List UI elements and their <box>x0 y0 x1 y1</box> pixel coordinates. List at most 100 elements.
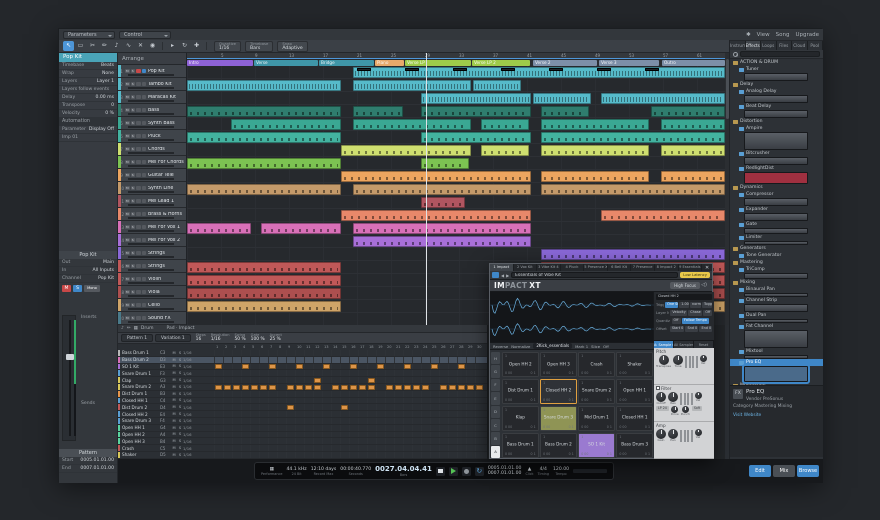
tempo-display[interactable]: 120.00Tempo <box>553 467 569 476</box>
track-mute-button[interactable]: M <box>125 277 130 282</box>
env-slider-2[interactable] <box>687 393 689 405</box>
track-monitor-button[interactable] <box>142 238 147 243</box>
lane-resolution[interactable]: 1/16 <box>183 425 197 430</box>
event-fx-tag[interactable] <box>357 68 371 72</box>
field-value[interactable]: 0 % <box>105 110 114 117</box>
track-record-arm-button[interactable] <box>136 121 141 126</box>
step-on[interactable] <box>386 385 393 390</box>
tree-item-tricomp[interactable]: TriComp <box>730 266 823 273</box>
pad-bass-drum-2[interactable]: Bass Drum 210 000 1 <box>540 433 577 458</box>
toolbar-dropdown-snap[interactable]: SnapAdaptive <box>277 41 307 52</box>
step-on[interactable] <box>287 405 294 410</box>
clip[interactable] <box>541 145 649 156</box>
track-solo-button[interactable]: S <box>131 186 136 191</box>
tree-item-tuner[interactable]: Tuner <box>730 66 823 73</box>
tree-item-mastering[interactable]: Mastering <box>730 259 823 266</box>
step-on[interactable] <box>269 364 276 369</box>
metronome-toggle[interactable]: ▲Click <box>525 467 533 476</box>
tree-item-mixtool[interactable]: Mixtool <box>730 348 823 355</box>
clip[interactable] <box>353 236 531 247</box>
lane-resolution[interactable]: 1/16 <box>183 391 197 396</box>
sample-tab-reset[interactable]: Reset <box>694 341 714 348</box>
field-value[interactable]: None <box>102 70 114 77</box>
lane-resolution[interactable]: 1/16 <box>183 350 197 355</box>
bank-button-e[interactable]: E <box>491 392 500 404</box>
preset-name-field[interactable]: Essentials of Vibe Kit <box>511 272 678 279</box>
pad-shaker[interactable]: Shaker10 000 1 <box>616 352 653 377</box>
channel-fader[interactable] <box>62 315 76 441</box>
plugin-tab-8[interactable]: 9 Essentials <box>679 264 703 271</box>
event-fx-tag[interactable] <box>597 68 611 72</box>
step-on[interactable] <box>377 364 384 369</box>
tree-item-redlightdist[interactable]: RedlightDist <box>730 165 823 172</box>
clip[interactable] <box>187 80 341 91</box>
tree-item-expander[interactable]: Expander <box>730 206 823 213</box>
envelope-sliders[interactable] <box>680 430 693 442</box>
env-slider-1[interactable] <box>684 393 686 405</box>
step-on[interactable] <box>476 385 483 390</box>
step-grid[interactable] <box>214 452 484 458</box>
step-grid[interactable] <box>214 384 484 390</box>
track-solo-button[interactable]: S <box>131 251 136 256</box>
clip[interactable] <box>341 145 471 156</box>
track-record-arm-button[interactable] <box>136 199 141 204</box>
param-option-snd-0[interactable]: Snd 0 <box>685 326 698 332</box>
param-option-one-shot[interactable]: One Shot <box>665 302 678 308</box>
clip[interactable] <box>541 119 649 130</box>
view-button-mix[interactable]: Mix <box>773 465 795 477</box>
clip[interactable] <box>187 223 251 234</box>
step-on[interactable] <box>233 385 240 390</box>
pattern-lane[interactable]: Dist Drum 2D4MS1/16 <box>118 404 488 411</box>
tree-item-limiter[interactable]: Limiter <box>730 234 823 241</box>
step-on[interactable] <box>350 385 357 390</box>
plugin-thumbnail[interactable] <box>744 157 808 165</box>
mono-button[interactable]: Mono <box>84 285 100 292</box>
param-option-start-0[interactable]: Start 0 <box>670 326 684 332</box>
toolbar-dropdown-timebase[interactable]: TimebaseBars <box>245 41 273 52</box>
lane-resolution[interactable]: 1/16 <box>183 446 197 451</box>
track-solo-button[interactable]: S <box>131 95 136 100</box>
track-monitor-button[interactable] <box>142 186 147 191</box>
track-header[interactable]: 18MSViola <box>118 286 186 299</box>
param-option-follow-tempo[interactable]: Follow Tempo <box>682 318 709 324</box>
step-grid[interactable] <box>214 404 484 410</box>
lane-resolution[interactable]: 1/16 <box>183 371 197 376</box>
track-record-arm-button[interactable] <box>136 212 141 217</box>
track-solo-button[interactable]: S <box>131 199 136 204</box>
track-monitor-button[interactable] <box>142 160 147 165</box>
param-option-chase[interactable]: Chase <box>688 310 702 316</box>
pad-closed-hh-1[interactable]: Closed HH 110 000 1 <box>616 406 653 431</box>
knob-drive[interactable]: Drive <box>671 406 679 416</box>
tool-0[interactable]: ↖ <box>63 41 74 51</box>
step-on[interactable] <box>251 385 258 390</box>
track-mute-button[interactable]: M <box>125 303 130 308</box>
tree-item-pro-eq[interactable]: Pro EQ <box>730 359 823 366</box>
track-header[interactable]: 8MSMel For Chords <box>118 156 186 169</box>
envelope-sliders[interactable] <box>685 356 698 368</box>
vel-knob[interactable]: Vel <box>695 429 702 439</box>
step-on[interactable] <box>287 385 294 390</box>
sample-opt-mark-1[interactable]: Mark 1 <box>575 344 588 349</box>
timeline-ruler[interactable]: 5913172125293337414549535761 <box>187 53 725 59</box>
field-value[interactable]: 0007.01.01.00 <box>80 465 114 472</box>
clip[interactable] <box>187 275 341 286</box>
track-mute-button[interactable]: M <box>125 199 130 204</box>
track-record-arm-button[interactable] <box>136 173 141 178</box>
preset-next-button[interactable]: ▶ <box>506 273 509 278</box>
track-record-arm-button[interactable] <box>136 69 141 74</box>
clip[interactable] <box>421 197 465 208</box>
view-button-browse[interactable]: Browse <box>797 465 819 477</box>
step-grid[interactable] <box>214 350 484 356</box>
bank-button-c[interactable]: C <box>491 419 500 431</box>
track-mute-button[interactable]: M <box>125 225 130 230</box>
pad-open-hh-1[interactable]: Open HH 110 000 1 <box>616 379 653 404</box>
browser-tab-instruments[interactable]: Instruments <box>730 41 746 50</box>
step-on[interactable] <box>314 385 321 390</box>
track-mute-button[interactable]: M <box>125 212 130 217</box>
clip[interactable] <box>187 106 341 117</box>
tree-item-ampire[interactable]: Ampire <box>730 125 823 132</box>
clip[interactable] <box>533 93 591 104</box>
tree-item-analog-delay[interactable]: Analog Delay <box>730 88 823 95</box>
track-monitor-button[interactable] <box>142 95 147 100</box>
clip[interactable] <box>541 171 649 182</box>
